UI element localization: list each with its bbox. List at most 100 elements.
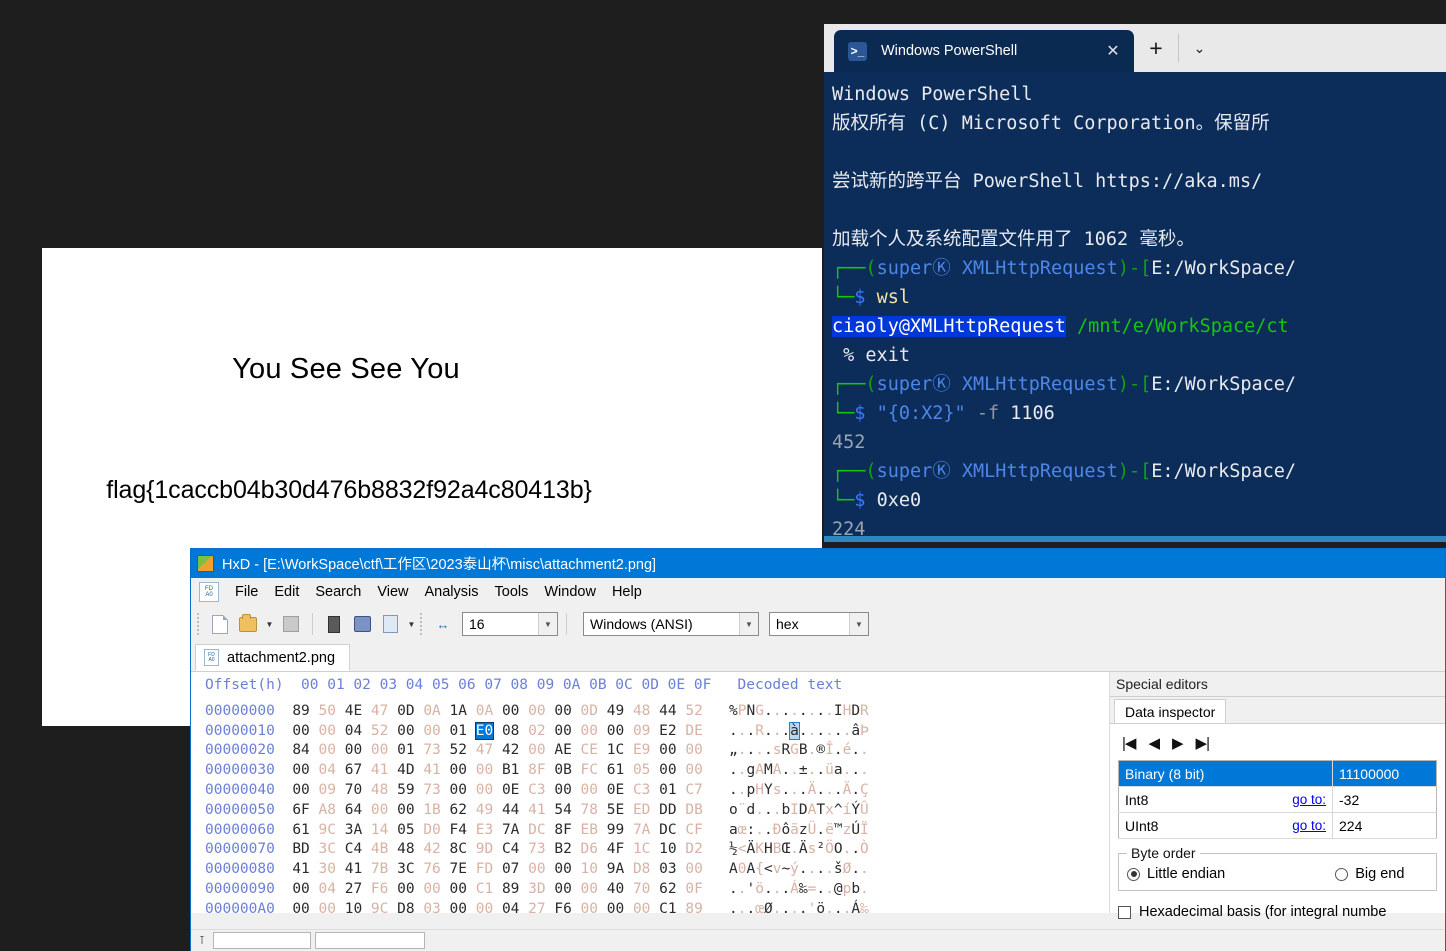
hex-byte[interactable]: 10 — [581, 861, 598, 877]
table-row[interactable]: 00000020 84 00 00 00 01 73 52 47 42 00 A… — [191, 741, 1109, 761]
decoded-char[interactable]: . — [816, 762, 825, 778]
decoded-char[interactable]: ö — [755, 881, 764, 897]
table-row[interactable]: 00000010 00 00 04 52 00 00 01 E0 08 02 0… — [191, 721, 1109, 742]
hex-byte[interactable]: 14 — [371, 822, 388, 838]
hex-byte[interactable]: 61 — [607, 762, 624, 778]
hex-byte[interactable]: 00 — [292, 762, 309, 778]
decoded-char[interactable]: ü — [825, 762, 834, 778]
open-ram-icon[interactable] — [321, 611, 347, 637]
decoded-char[interactable]: ‰ — [799, 881, 808, 897]
hex-byte[interactable]: 00 — [607, 723, 624, 739]
hex-byte[interactable]: AE — [554, 742, 571, 758]
decoded-char[interactable]: . — [790, 762, 799, 778]
decoded-char[interactable]: œ — [738, 822, 747, 838]
hex-byte[interactable]: 67 — [345, 762, 362, 778]
hex-byte[interactable]: 00 — [292, 881, 309, 897]
decoded-char[interactable]: N — [747, 703, 756, 719]
decoded-char[interactable]: O — [834, 841, 843, 857]
chevron-down-icon[interactable]: ▼ — [739, 613, 758, 635]
hex-byte[interactable]: C3 — [633, 782, 650, 798]
decoded-char[interactable]: . — [825, 723, 834, 739]
decoded-char[interactable]: ‰ — [860, 901, 869, 913]
radio-little-endian[interactable]: Little endian — [1127, 866, 1225, 882]
decoded-char[interactable]: „ — [729, 742, 738, 758]
decoded-char[interactable]: H — [764, 841, 773, 857]
decoded-char[interactable]: 0 — [738, 861, 747, 877]
chevron-down-icon[interactable]: ⌄ — [1178, 34, 1220, 62]
decoded-char[interactable]: . — [860, 861, 869, 877]
decoded-char[interactable]: . — [799, 782, 808, 798]
status-field-2[interactable] — [315, 932, 425, 949]
hex-byte[interactable]: 01 — [450, 723, 467, 739]
table-row[interactable]: 00000070 BD 3C C4 4B 48 42 8C 9D C4 73 B… — [191, 840, 1109, 860]
hex-byte[interactable]: 00 — [528, 703, 545, 719]
open-dropdown-icon[interactable]: ▼ — [263, 620, 276, 629]
open-disk-icon[interactable] — [349, 611, 375, 637]
hex-byte[interactable]: 41 — [371, 762, 388, 778]
hex-byte[interactable]: D2 — [685, 841, 702, 857]
toolbar-grip-2[interactable] — [420, 613, 424, 635]
decoded-char[interactable]: < — [764, 861, 773, 877]
decoded-char[interactable]: b — [851, 881, 860, 897]
nav-first-icon[interactable]: |◀ — [1122, 734, 1136, 752]
tab-data-inspector[interactable]: Data inspector — [1114, 699, 1227, 723]
hex-byte[interactable]: 70 — [345, 782, 362, 798]
decoded-char[interactable]: . — [764, 723, 773, 739]
decoded-char[interactable]: A — [755, 762, 764, 778]
hex-byte[interactable]: 42 — [502, 742, 519, 758]
decoded-char[interactable]: . — [799, 901, 808, 913]
close-icon[interactable]: ✕ — [1100, 38, 1126, 64]
decoded-char[interactable]: Ï — [860, 822, 869, 838]
hexadecimal-basis-checkbox[interactable]: Hexadecimal basis (for integral numbe — [1118, 904, 1437, 920]
decoded-char[interactable]: . — [781, 723, 790, 739]
decoded-char[interactable]: . — [764, 822, 773, 838]
nav-last-icon[interactable]: ▶| — [1196, 734, 1210, 752]
decoded-char[interactable]: < — [738, 841, 747, 857]
decoded-char[interactable]: . — [764, 802, 773, 818]
hex-byte[interactable]: 0E — [607, 782, 624, 798]
decoded-char[interactable]: . — [781, 703, 790, 719]
status-field-1[interactable] — [213, 932, 311, 949]
hex-byte[interactable]: 8F — [528, 762, 545, 778]
decoded-char[interactable]: . — [755, 742, 764, 758]
menu-analysis[interactable]: Analysis — [417, 581, 487, 603]
hex-byte[interactable]: 1C — [607, 742, 624, 758]
hex-byte[interactable]: 4D — [397, 762, 414, 778]
decoded-char[interactable]: . — [816, 782, 825, 798]
hex-byte[interactable]: 99 — [607, 822, 624, 838]
decoded-char[interactable]: . — [860, 742, 869, 758]
hex-byte[interactable]: EB — [581, 822, 598, 838]
decoded-char[interactable]: Û — [860, 802, 869, 818]
decoded-char[interactable]: . — [825, 901, 834, 913]
decoded-char[interactable]: . — [825, 703, 834, 719]
chevron-down-icon[interactable]: ▼ — [538, 613, 557, 635]
hex-byte[interactable]: 00 — [528, 742, 545, 758]
hex-byte[interactable]: D8 — [397, 901, 414, 913]
hex-byte[interactable]: D8 — [633, 861, 650, 877]
decoded-char[interactable]: . — [816, 822, 825, 838]
hex-byte[interactable]: 41 — [423, 762, 440, 778]
decoded-char[interactable]: . — [729, 881, 738, 897]
hex-byte[interactable]: 70 — [633, 881, 650, 897]
decoded-char[interactable]: G — [790, 742, 799, 758]
hex-byte[interactable]: 00 — [319, 723, 336, 739]
hex-byte[interactable]: 52 — [371, 723, 388, 739]
decoded-char[interactable]: . — [843, 762, 852, 778]
hex-byte[interactable]: 0A — [476, 703, 493, 719]
decoded-char[interactable]: . — [738, 762, 747, 778]
hex-byte[interactable]: 73 — [423, 742, 440, 758]
hex-byte[interactable]: 00 — [397, 723, 414, 739]
hex-byte[interactable]: 48 — [633, 703, 650, 719]
hex-byte[interactable]: 8F — [554, 822, 571, 838]
table-row[interactable]: 000000A0 00 00 10 9C D8 03 00 00 04 27 F… — [191, 900, 1109, 913]
hex-byte[interactable]: 64 — [345, 802, 362, 818]
hex-byte[interactable]: DC — [659, 822, 676, 838]
inspector-value[interactable]: 224 — [1332, 812, 1437, 839]
hex-byte[interactable]: 50 — [319, 703, 336, 719]
decoded-char[interactable]: Î — [825, 742, 834, 758]
hex-byte[interactable]: 7E — [450, 861, 467, 877]
file-tab-attachment2[interactable]: FD A0 attachment2.png — [195, 644, 351, 671]
decoded-char[interactable]: ® — [816, 742, 825, 758]
hex-byte[interactable]: 00 — [292, 901, 309, 913]
open-dropdown2-icon[interactable]: ▼ — [405, 620, 418, 629]
